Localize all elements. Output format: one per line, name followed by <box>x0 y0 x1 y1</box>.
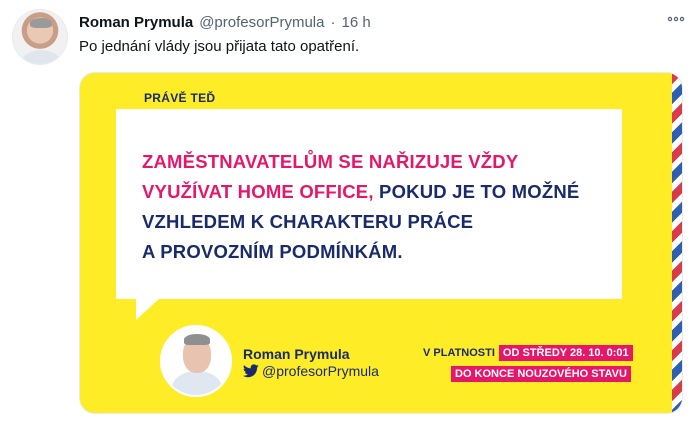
speech-bubble: ZAMĚSTNAVATELŮM SE NAŘIZUJE VŽDY VYUŽÍVA… <box>116 109 622 299</box>
twitter-bird-icon <box>243 364 259 378</box>
validity-row-1: V PLATNOSTI OD STŘEDY 28. 10. 0:01 <box>423 345 663 361</box>
quote-line-1: ZAMĚSTNAVATELŮM SE NAŘIZUJE VŽDY <box>142 151 519 172</box>
author-avatar[interactable] <box>12 9 68 65</box>
card-avatar-shirt <box>172 371 222 395</box>
author-handle[interactable]: @profesorPrymula <box>199 14 324 31</box>
author-name[interactable]: Roman Prymula <box>79 14 193 31</box>
quote-line-2-rest: POKUD JE TO MOŽNÉ <box>373 181 580 202</box>
quote-line-2: VYUŽÍVAT HOME OFFICE, POKUD JE TO MOŽNÉ <box>142 177 612 207</box>
avatar-hair <box>30 18 52 28</box>
header-separator: · <box>330 13 336 31</box>
tweet-timestamp[interactable]: 16 h <box>341 14 370 31</box>
airmail-stripe-border <box>672 73 682 413</box>
validity-row-2: DO KONCE NOUZOVÉHO STAVU <box>451 364 663 382</box>
more-dots-icon <box>667 16 685 22</box>
media-label: PRÁVĚ TEĎ <box>144 91 216 105</box>
quote-line-3: VZHLEDEM K CHARAKTERU PRÁCE <box>142 211 474 232</box>
avatar-shirt <box>21 50 61 64</box>
validity-from-tag: OD STŘEDY 28. 10. 0:01 <box>498 345 633 361</box>
card-name: Roman Prymula <box>243 346 350 362</box>
card-handle-row: @profesorPrymula <box>243 363 379 379</box>
tweet-media-image[interactable]: PRÁVĚ TEĎ ZAMĚSTNAVATELŮM SE NAŘIZUJE VŽ… <box>79 72 683 414</box>
tweet-text: Po jednání vlády jsou přijata tato opatř… <box>79 38 360 55</box>
quote-line-4: A PROVOZNÍM PODMÍNKÁM. <box>142 241 403 262</box>
card-avatar <box>160 325 232 397</box>
speech-bubble-tail <box>136 298 160 320</box>
card-avatar-hair <box>184 334 210 345</box>
validity-label: V PLATNOSTI <box>423 347 495 359</box>
more-options-button[interactable] <box>665 10 687 30</box>
validity-until-tag: DO KONCE NOUZOVÉHO STAVU <box>451 366 631 382</box>
quote-line-2-highlight: VYUŽÍVAT HOME OFFICE, <box>142 181 374 202</box>
quote-text: ZAMĚSTNAVATELŮM SE NAŘIZUJE VŽDY VYUŽÍVA… <box>142 147 612 267</box>
validity-block: V PLATNOSTI OD STŘEDY 28. 10. 0:01 DO KO… <box>423 345 663 382</box>
card-handle: @profesorPrymula <box>262 363 379 379</box>
tweet-header: Roman Prymula @profesorPrymula · 16 h <box>79 12 371 32</box>
